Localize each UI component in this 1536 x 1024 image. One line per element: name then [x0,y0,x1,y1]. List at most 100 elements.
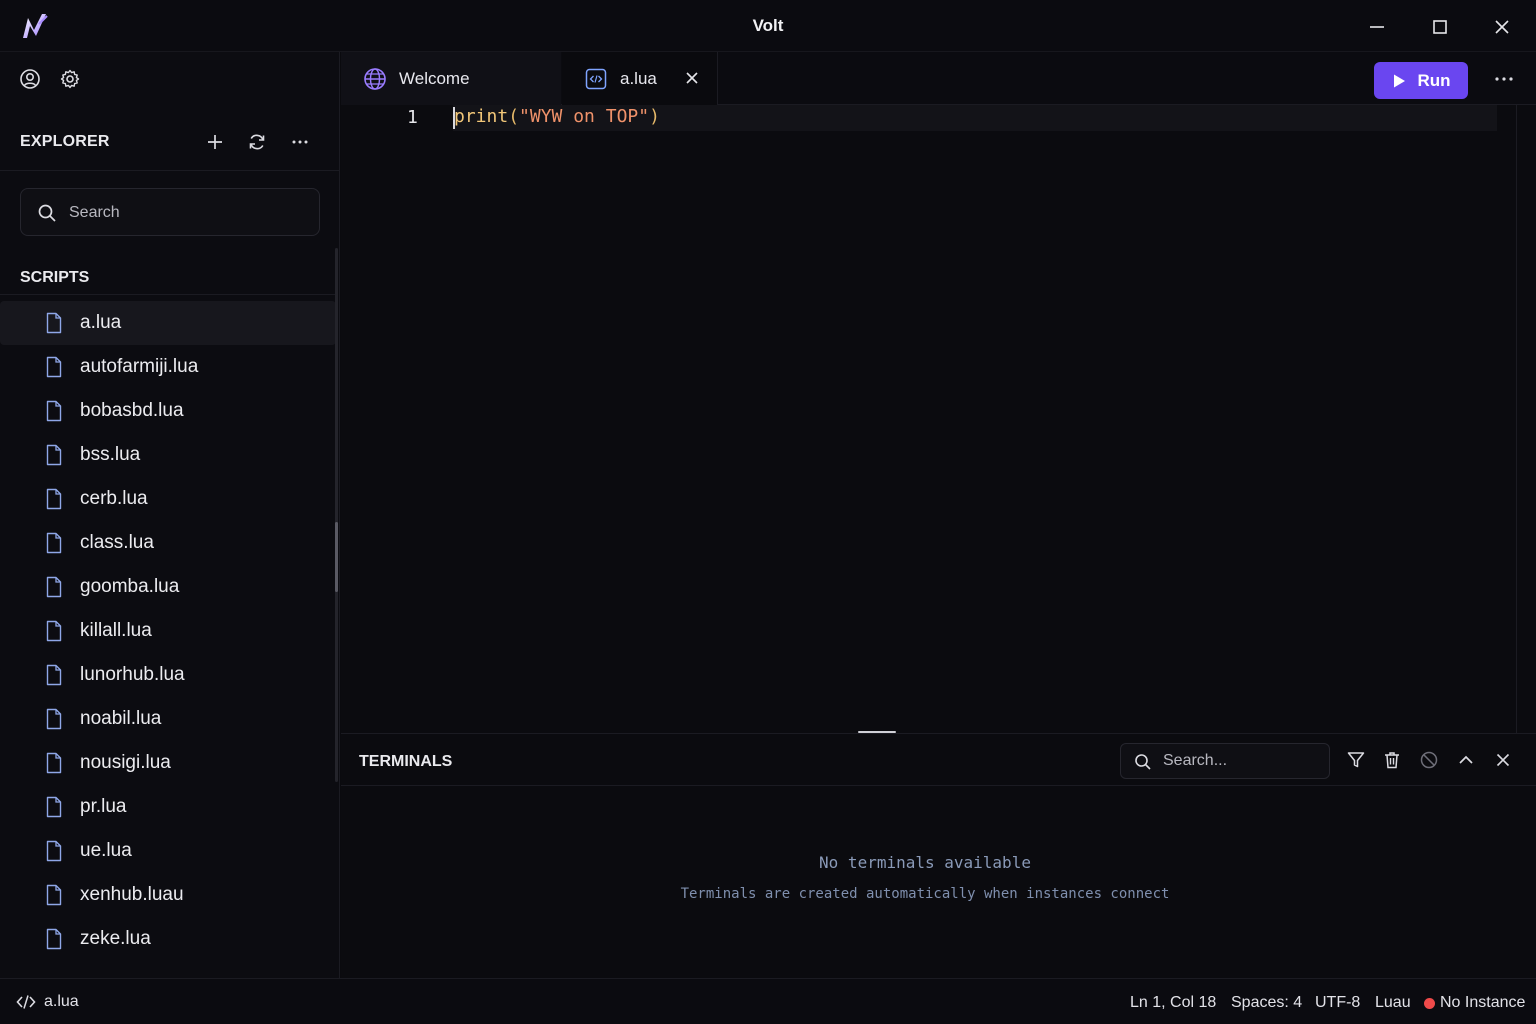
code-line[interactable]: print("WYW on TOP") [454,106,660,127]
divider [0,294,336,295]
file-icon [46,884,62,906]
file-icon [46,840,62,862]
refresh-icon [249,134,265,150]
file-icon [46,752,62,774]
more-horizontal-icon [292,140,308,144]
file-list: a.lua autofarmiji.lua bobasbd.lua bss.lua ce… [0,301,336,961]
file-name: nousigi.lua [80,752,171,773]
maximize-button[interactable] [1427,14,1453,40]
file-item[interactable]: xenhub.luau [0,873,336,917]
trash-icon [1385,752,1399,769]
file-name: noabil.lua [80,708,162,729]
terminal-search [1120,743,1330,779]
file-item[interactable]: bobasbd.lua [0,389,336,433]
title-bar: Volt [0,0,1536,52]
file-name: autofarmiji.lua [80,356,199,377]
ban-icon [1420,751,1438,769]
file-name: ue.lua [80,840,132,861]
maximize-panel-button[interactable] [1456,750,1478,772]
filter-icon [1347,752,1365,768]
terminal-empty-subtitle: Terminals are created automatically when… [680,886,1170,902]
status-instance[interactable]: No Instance [1440,994,1525,1012]
text-cursor [453,107,455,129]
tab-a-lua[interactable]: a.lua [562,52,718,105]
close-icon [1495,20,1509,34]
close-tab-icon[interactable] [683,69,701,87]
file-icon [46,400,62,422]
clear-terminals-button[interactable] [1382,750,1404,772]
search-icon [1135,754,1151,770]
file-item[interactable]: lunorhub.lua [0,653,336,697]
status-file-name: a.lua [44,993,79,1010]
file-icon [46,444,62,466]
close-panel-button[interactable] [1493,750,1515,772]
globe-icon [364,67,386,90]
app-title: Volt [752,16,784,35]
search-icon [38,204,56,222]
sidebar-scrollbar-track[interactable] [335,248,338,782]
file-name: xenhub.luau [80,884,184,905]
file-item[interactable]: zeke.lua [0,917,336,961]
file-name: class.lua [80,532,154,553]
file-name: pr.lua [80,796,127,817]
status-cursor-position[interactable]: Ln 1, Col 18 [1130,994,1216,1012]
tab-a-lua-label: a.lua [620,68,657,88]
file-item[interactable]: nousigi.lua [0,741,336,785]
file-item[interactable]: class.lua [0,521,336,565]
filter-button[interactable] [1346,750,1368,772]
run-button[interactable]: Run [1374,62,1468,99]
close-window-button[interactable] [1489,14,1515,40]
plus-icon [208,135,222,149]
explorer-more-button[interactable] [286,128,314,156]
sidebar-scrollbar-thumb[interactable] [335,522,338,592]
status-indentation[interactable]: Spaces: 4 [1231,994,1302,1012]
file-item[interactable]: cerb.lua [0,477,336,521]
file-icon [46,576,62,598]
new-file-button[interactable] [201,128,229,156]
file-name: bss.lua [80,444,141,465]
run-button-label: Run [1417,70,1451,90]
terminal-title: TERMINALS [359,753,453,770]
file-item[interactable]: autofarmiji.lua [0,345,336,389]
minimize-button[interactable] [1364,14,1390,40]
file-name: cerb.lua [80,488,148,509]
account-button[interactable] [19,68,41,90]
terminal-search-input[interactable] [1163,749,1323,773]
file-item[interactable]: bss.lua [0,433,336,477]
user-circle-icon [20,69,40,89]
file-item[interactable]: a.lua [0,301,336,345]
tab-bar: Welcome a.lua Run [341,52,1536,105]
minimize-icon [1370,26,1384,28]
chevron-up-icon [1459,755,1473,764]
status-language[interactable]: Luau [1375,994,1411,1012]
terminal-empty-title: No terminals available [819,853,1031,872]
file-item[interactable]: goomba.lua [0,565,336,609]
file-item[interactable]: noabil.lua [0,697,336,741]
file-name: goomba.lua [80,576,180,597]
terminal-header: TERMINALS [341,734,1536,786]
more-horizontal-icon[interactable] [1491,68,1517,90]
status-current-file[interactable]: a.lua [16,993,79,1011]
settings-button[interactable] [59,68,81,90]
file-icon [46,620,62,642]
code-file-icon [585,68,607,89]
explorer-search [20,188,320,236]
code-token-paren-close: ) [649,106,660,127]
refresh-button[interactable] [243,128,271,156]
editor-scrollbar[interactable] [1516,105,1517,733]
tab-welcome-label: Welcome [399,68,470,88]
status-encoding[interactable]: UTF-8 [1315,994,1360,1012]
code-token-function: print [454,106,509,127]
file-icon [46,312,62,334]
code-token-paren-open: ( [508,106,520,127]
code-editor[interactable]: 1 print("WYW on TOP") [341,105,1536,733]
file-icon [46,796,62,818]
file-item[interactable]: ue.lua [0,829,336,873]
status-bar: a.lua Ln 1, Col 18 Spaces: 4 UTF-8 Luau … [0,978,1536,1024]
explorer-search-input[interactable] [69,199,309,227]
terminal-panel: TERMINALS N [341,733,1536,978]
tab-welcome[interactable]: Welcome [341,52,561,105]
block-button[interactable] [1419,750,1441,772]
file-item[interactable]: pr.lua [0,785,336,829]
file-item[interactable]: killall.lua [0,609,336,653]
